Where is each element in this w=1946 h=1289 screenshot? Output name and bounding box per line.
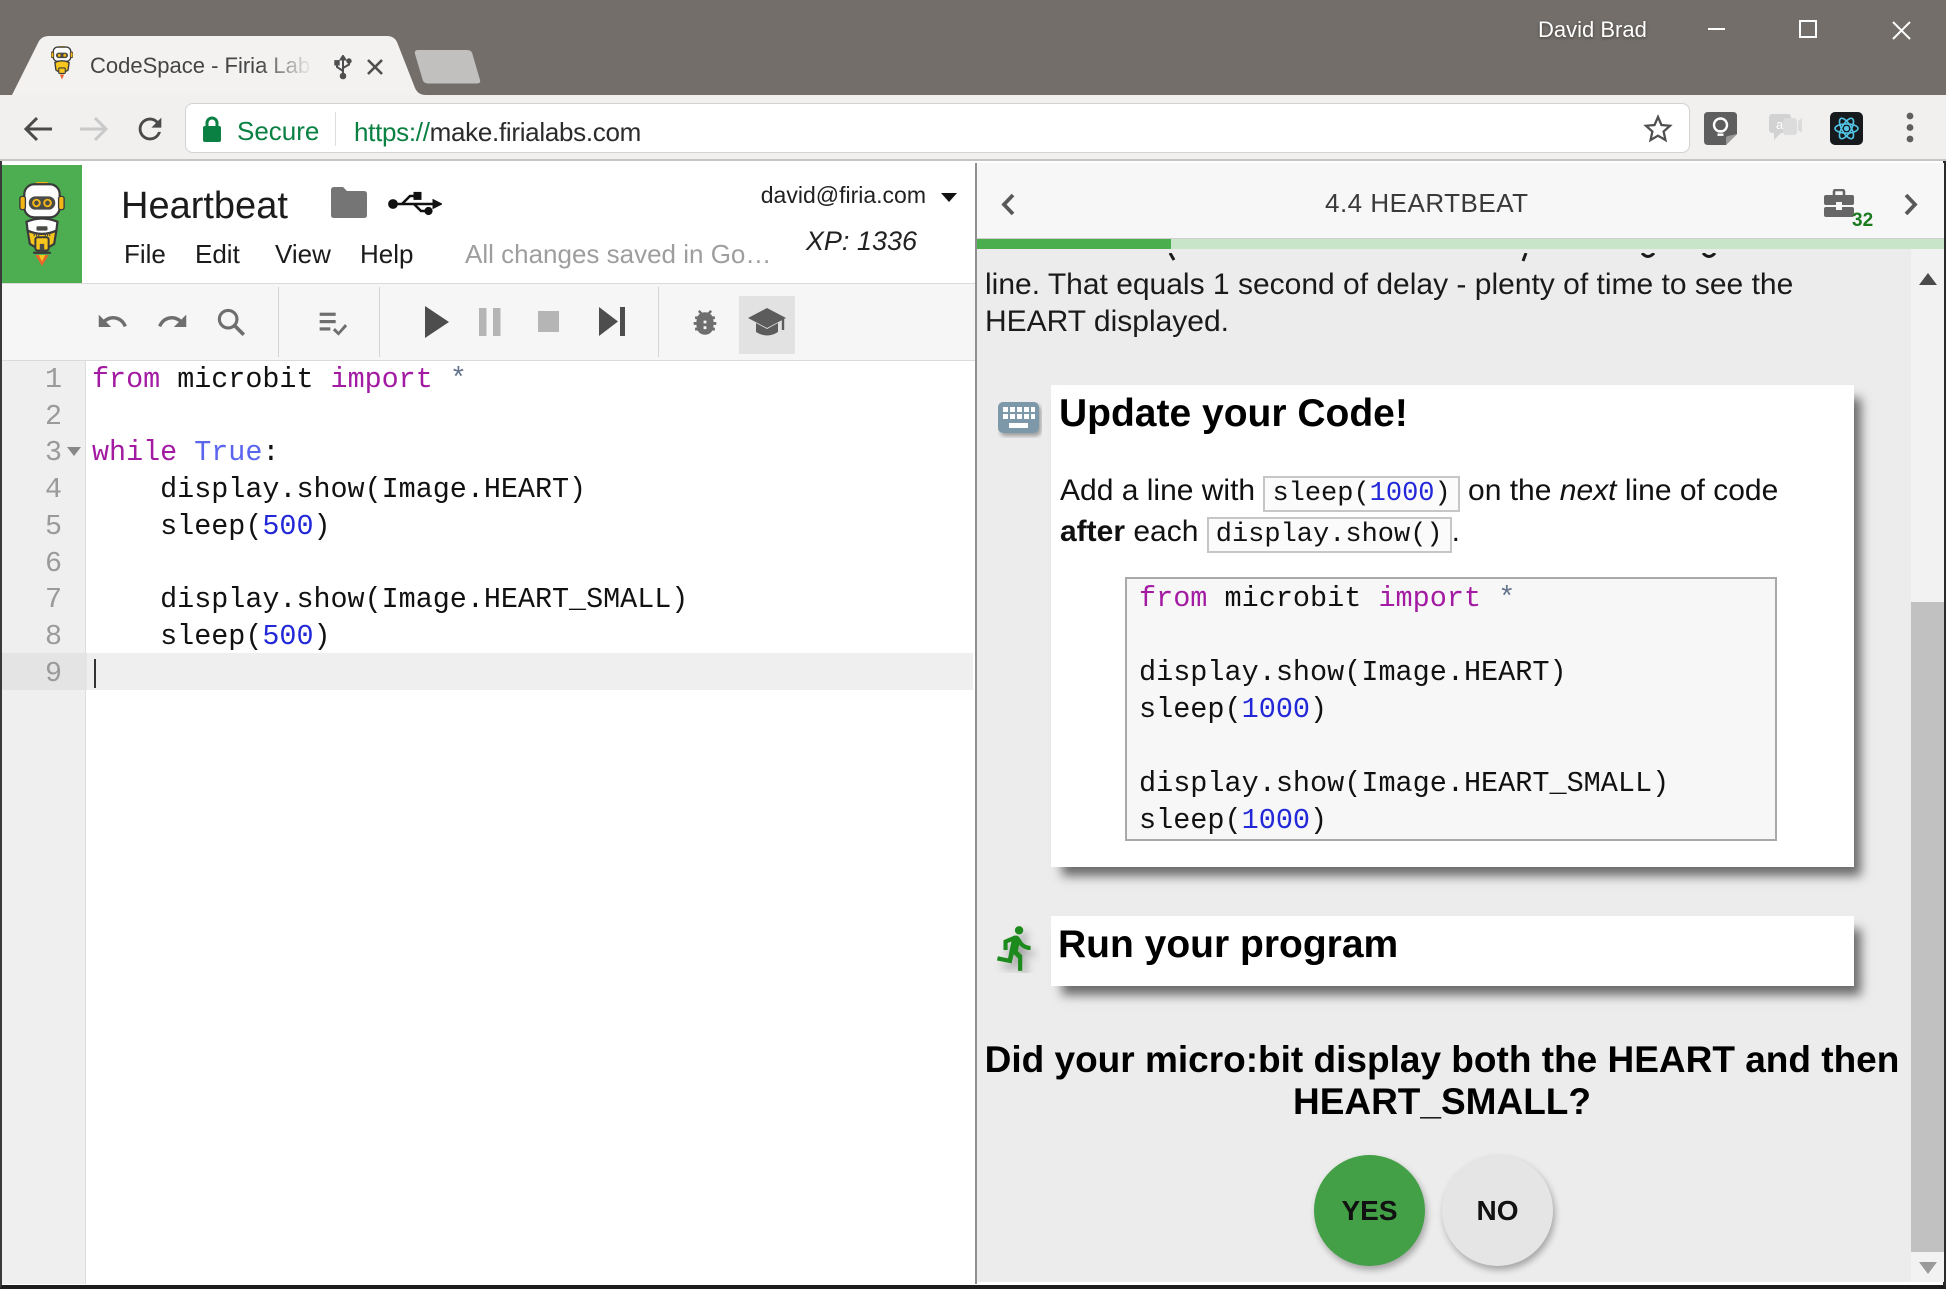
svg-text:a: a xyxy=(1776,117,1784,132)
